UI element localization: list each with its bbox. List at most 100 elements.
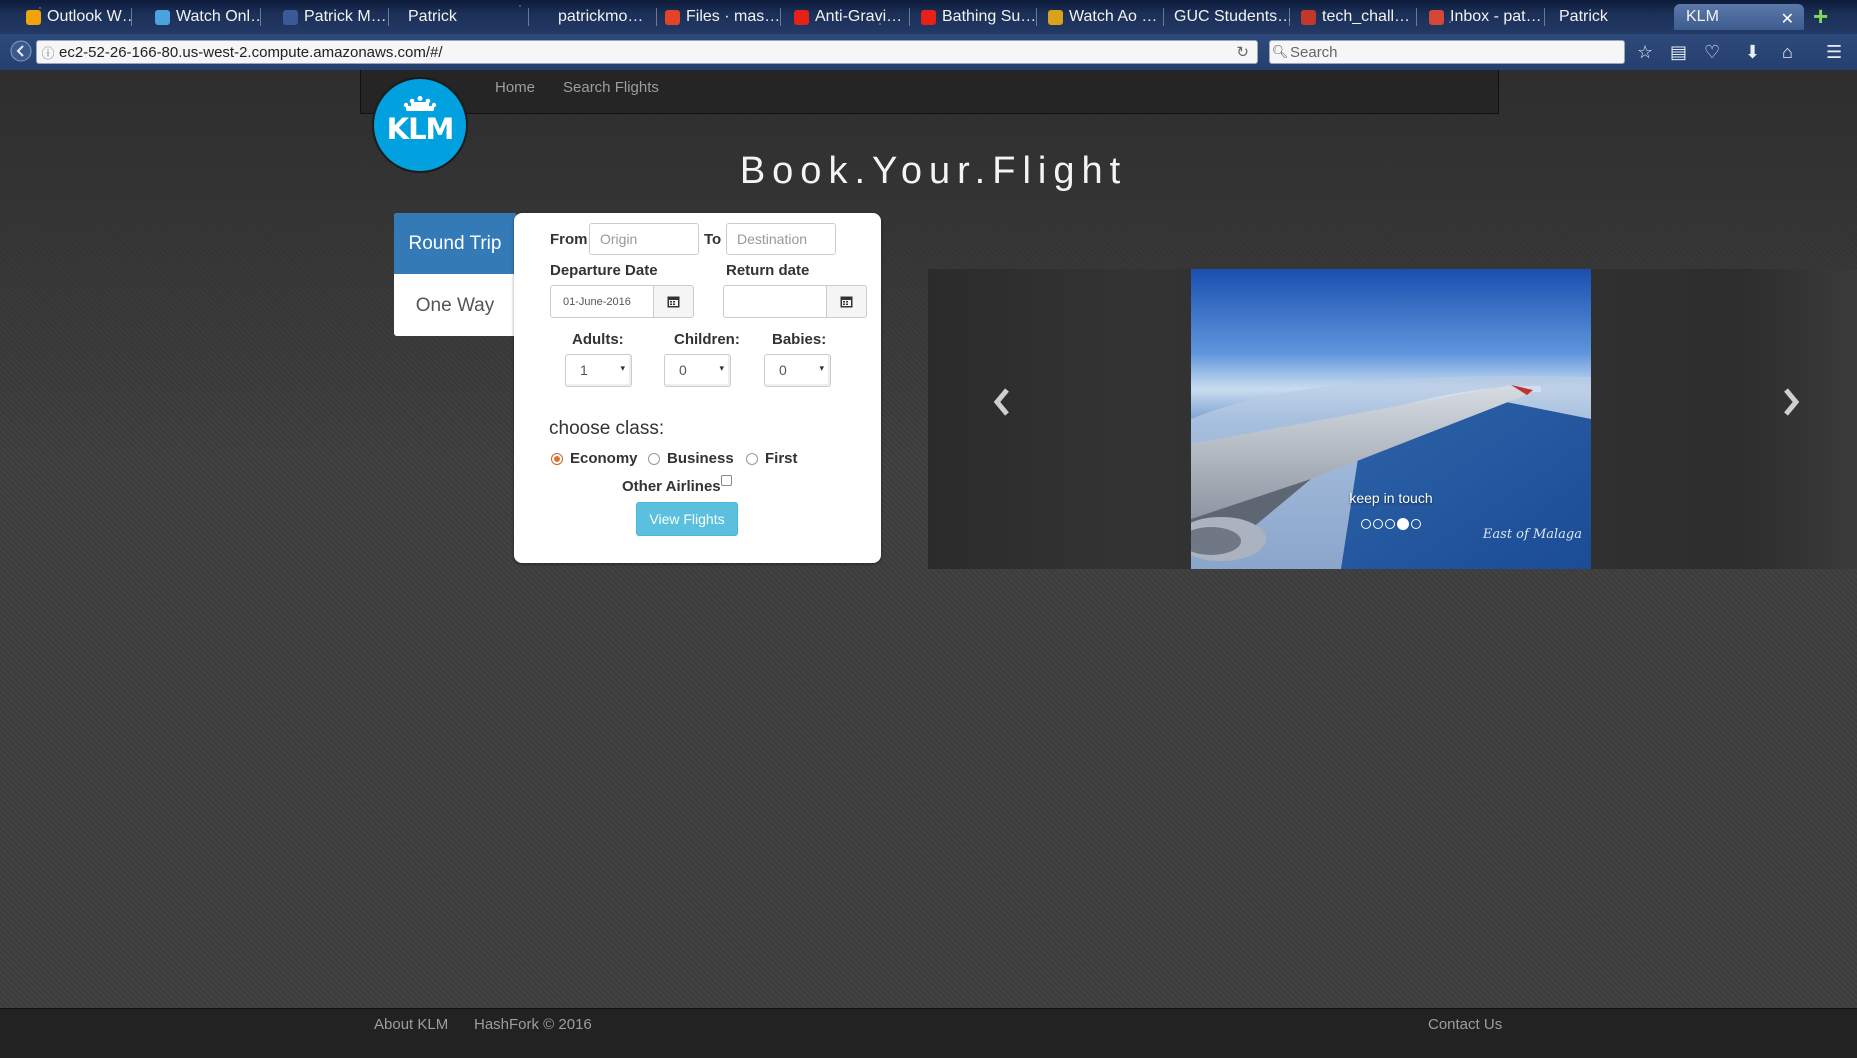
nav-search-flights-link[interactable]: Search Flights <box>563 79 659 96</box>
tab-label: Anti-Gravi… <box>815 8 903 25</box>
browser-tab[interactable]: Anti-Gravi… <box>790 4 910 30</box>
browser-search-input[interactable]: 🔍︎ Search <box>1269 40 1625 64</box>
reload-icon[interactable]: ↻ <box>1236 43 1249 61</box>
pocket-icon[interactable]: ♡ <box>1704 42 1720 62</box>
tab-label: KLM <box>1686 8 1719 25</box>
first-radio[interactable] <box>746 453 758 465</box>
business-label: Business <box>667 450 734 467</box>
tab-label: patrickmo… <box>558 8 644 25</box>
browser-tab[interactable]: Patrick M… <box>279 4 389 30</box>
return-date-input[interactable] <box>723 285 827 318</box>
carousel-dot[interactable] <box>1361 519 1371 529</box>
new-tab-icon[interactable]: + <box>1813 3 1828 29</box>
return-date-picker <box>723 285 867 318</box>
browser-tab[interactable]: Patrick <box>1555 4 1665 30</box>
babies-value: 0 <box>779 362 787 378</box>
return-date-label: Return date <box>726 262 810 279</box>
browser-tab[interactable]: Watch Ao … <box>1044 4 1164 30</box>
carousel-dot[interactable] <box>1373 519 1383 529</box>
facebook-icon <box>283 9 298 25</box>
browser-tab[interactable]: Outlook W… <box>22 4 132 30</box>
carousel-indicators <box>1361 518 1421 530</box>
site-navbar: Home Search Flights <box>360 70 1499 114</box>
babies-select[interactable]: 0 ▾ <box>764 354 831 387</box>
tab-label: Patrick <box>1559 8 1608 25</box>
browser-tab-strip: Outlook W… Watch Onl… Patrick M… Patrick… <box>0 0 1857 34</box>
carousel-slide-image: keep in touch East of Malaga <box>1191 269 1591 569</box>
search-placeholder: Search <box>1290 43 1338 61</box>
browser-tab[interactable]: Watch Onl… <box>151 4 261 30</box>
site-icon <box>1048 9 1063 25</box>
tab-label: Patrick <box>408 8 457 25</box>
other-airlines-label: Other Airlines <box>622 478 721 495</box>
children-label: Children: <box>674 331 740 348</box>
tab-round-trip[interactable]: Round Trip <box>394 213 525 274</box>
browser-tab[interactable]: Bathing Su… <box>917 4 1037 30</box>
tab-one-way[interactable]: One Way <box>394 275 516 336</box>
youtube-icon <box>794 9 809 25</box>
departure-date-label: Departure Date <box>550 262 658 279</box>
bookmark-star-icon[interactable]: ☆ <box>1637 42 1653 62</box>
adults-value: 1 <box>580 362 588 378</box>
browser-tab[interactable]: patrickmo… <box>554 4 657 30</box>
calendar-icon[interactable] <box>827 285 867 318</box>
carousel-prev-icon[interactable] <box>982 377 1022 427</box>
back-icon[interactable] <box>10 40 32 67</box>
booking-form: From To Departure Date Return date Adult… <box>514 213 881 563</box>
tab-label: Outlook W… <box>47 8 132 25</box>
chevron-down-icon: ▾ <box>819 363 824 373</box>
reading-list-icon[interactable]: ▤ <box>1670 42 1687 62</box>
site-icon <box>155 9 170 25</box>
copyright-text: HashFork © 2016 <box>474 1016 592 1033</box>
tab-label: Files · mas… <box>686 8 781 25</box>
adults-select[interactable]: 1 ▾ <box>565 354 632 387</box>
url-bar[interactable]: ⓘ ec2-52-26-166-80.us-west-2.compute.ama… <box>36 40 1258 64</box>
carousel-dot[interactable] <box>1411 519 1421 529</box>
babies-label: Babies: <box>772 331 827 348</box>
departure-date-input[interactable] <box>550 285 654 318</box>
departure-date-picker <box>550 285 694 318</box>
browser-tab[interactable]: GUC Students… <box>1170 4 1290 30</box>
menu-icon[interactable]: ☰ <box>1826 42 1842 62</box>
destination-input[interactable] <box>726 223 836 255</box>
contact-us-link[interactable]: Contact Us <box>1428 1016 1502 1033</box>
home-icon[interactable]: ⌂ <box>1782 42 1793 62</box>
outlook-icon <box>26 9 41 25</box>
adults-label: Adults: <box>572 331 624 348</box>
browser-navbar: ⓘ ec2-52-26-166-80.us-west-2.compute.ama… <box>0 34 1857 70</box>
browser-tab[interactable]: Inbox - pat… <box>1425 4 1545 30</box>
carousel-dot-active[interactable] <box>1397 518 1409 530</box>
close-icon[interactable]: ✕ <box>1781 9 1794 29</box>
chevron-down-icon: ▾ <box>719 363 724 373</box>
browser-tab[interactable]: Patrick <box>404 4 529 30</box>
view-flights-button[interactable]: View Flights <box>636 502 738 536</box>
carousel-next-icon[interactable] <box>1771 377 1811 427</box>
gmail-icon <box>1429 9 1444 25</box>
business-radio[interactable] <box>648 453 660 465</box>
economy-radio[interactable] <box>551 453 563 465</box>
trip-type-tabs: Round Trip One Way <box>394 213 525 336</box>
slack-icon <box>1301 9 1316 25</box>
carousel-dot[interactable] <box>1385 519 1395 529</box>
carousel-caption: keep in touch <box>1349 490 1433 506</box>
browser-tab[interactable]: Files · mas… <box>661 4 781 30</box>
site-footer: About KLM HashFork © 2016 Contact Us <box>0 1008 1857 1058</box>
tab-label: Bathing Su… <box>942 8 1037 25</box>
choose-class-label: choose class: <box>549 418 665 439</box>
crown-icon <box>403 96 437 111</box>
tab-label: Inbox - pat… <box>1450 8 1542 25</box>
nav-home-link[interactable]: Home <box>495 79 535 96</box>
children-select[interactable]: 0 ▾ <box>664 354 731 387</box>
tab-label: Watch Onl… <box>176 8 261 25</box>
origin-input[interactable] <box>589 223 699 255</box>
tab-label: tech_chall… <box>1322 8 1411 25</box>
chevron-down-icon: ▾ <box>620 363 625 373</box>
other-airlines-checkbox[interactable] <box>721 475 732 486</box>
gitlab-icon <box>665 9 680 25</box>
browser-tab[interactable]: tech_chall… <box>1297 4 1417 30</box>
about-klm-link[interactable]: About KLM <box>374 1016 448 1033</box>
info-icon[interactable]: ⓘ <box>37 43 59 62</box>
download-icon[interactable]: ⬇ <box>1745 42 1760 62</box>
calendar-icon[interactable] <box>654 285 694 318</box>
browser-tab-active[interactable]: KLM ✕ <box>1674 4 1804 30</box>
